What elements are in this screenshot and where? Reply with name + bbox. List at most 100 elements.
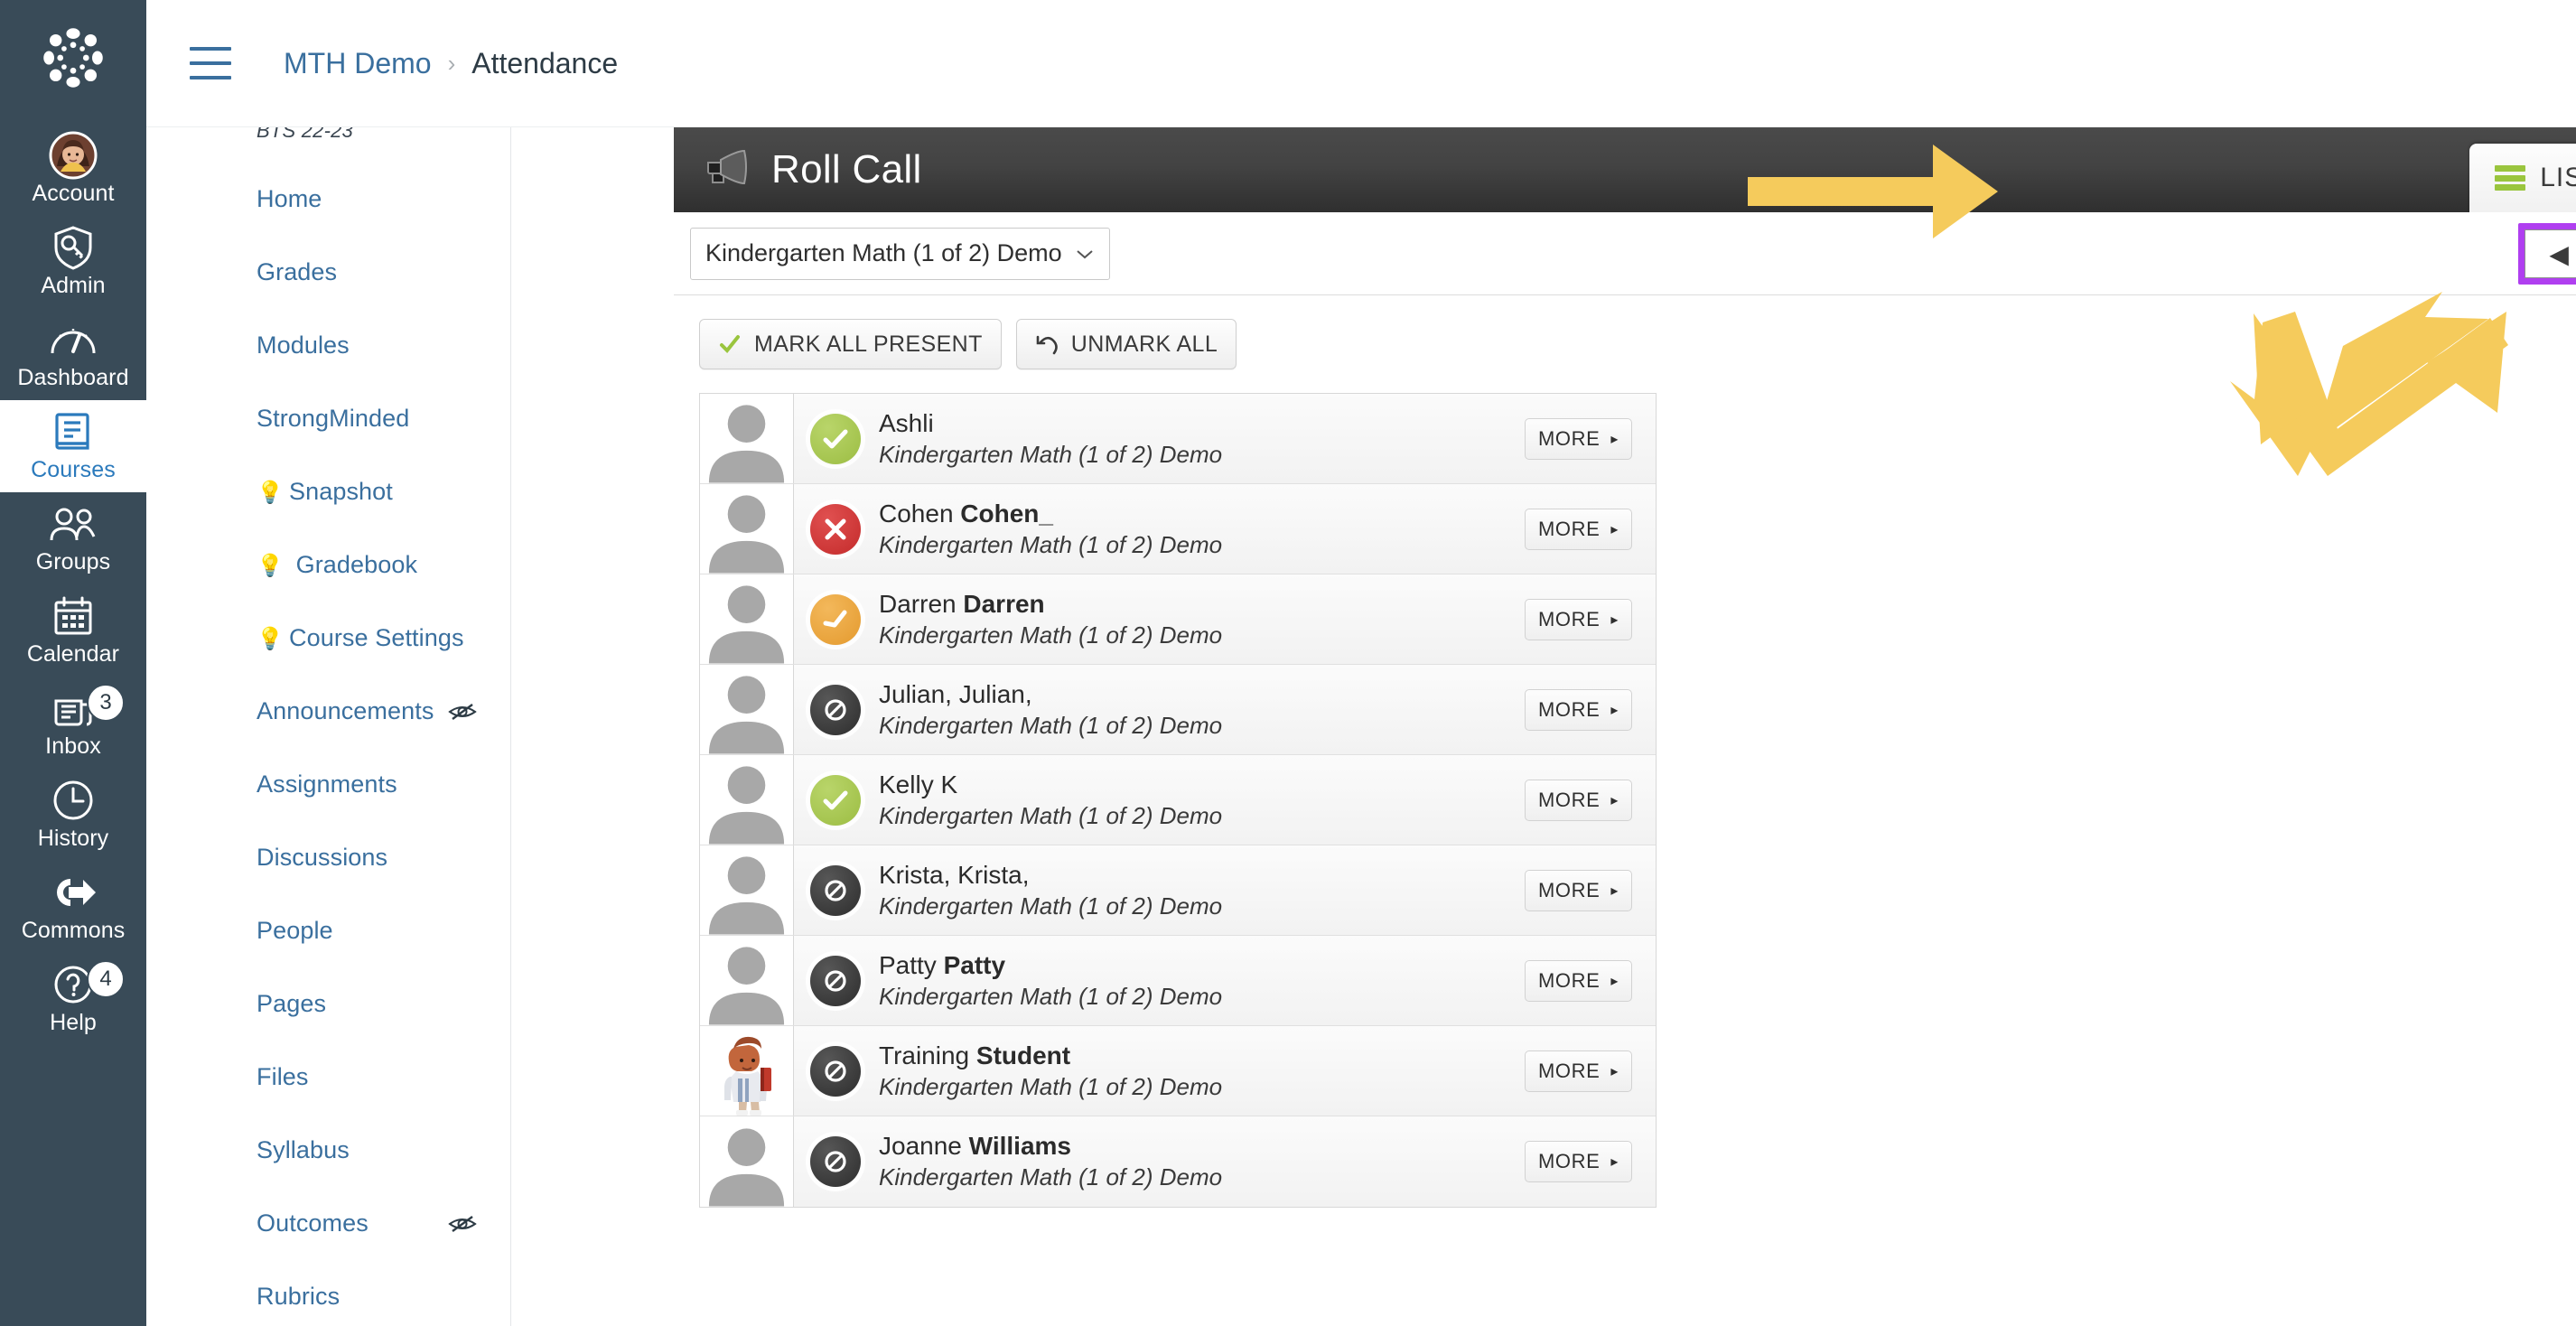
global-nav-label: Calendar [0, 641, 146, 667]
people-icon [0, 500, 146, 547]
gauge-icon [0, 316, 146, 363]
more-button[interactable]: MORE▸ [1525, 780, 1632, 821]
avatar [700, 755, 794, 845]
commons-arrow-icon [0, 869, 146, 916]
avatar [700, 1116, 794, 1207]
unmark-all-button[interactable]: UNMARK ALL [1016, 319, 1237, 369]
breadcrumb-course-link[interactable]: MTH Demo [284, 47, 432, 80]
course-nav-item-syllabus[interactable]: Syllabus [146, 1114, 510, 1187]
attendance-status-toggle[interactable] [810, 1046, 861, 1097]
global-nav-item-courses[interactable]: Courses [0, 400, 146, 492]
global-nav-item-groups[interactable]: Groups [0, 492, 146, 584]
course-nav-item-snapshot[interactable]: 💡Snapshot [146, 455, 510, 528]
view-mode-tabs: LIST CLASS [2469, 127, 2576, 212]
more-button[interactable]: MORE▸ [1525, 870, 1632, 911]
more-label: MORE [1538, 789, 1600, 812]
global-nav-item-inbox[interactable]: Inbox 3 [0, 677, 146, 769]
mark-all-present-button[interactable]: MARK ALL PRESENT [699, 319, 1002, 369]
course-nav-item-course-settings[interactable]: 💡Course Settings [146, 602, 510, 675]
student-name: Cohen Cohen_ [879, 499, 1222, 529]
global-nav-item-account[interactable]: Account [0, 124, 146, 216]
more-button[interactable]: MORE▸ [1525, 509, 1632, 550]
global-navigation: Account Admin Dashboard [0, 0, 146, 1326]
attendance-status-toggle[interactable] [810, 1136, 861, 1187]
more-label: MORE [1538, 1060, 1600, 1083]
attendance-status-toggle[interactable] [810, 594, 861, 645]
chevron-right-icon: ▸ [1610, 1153, 1619, 1171]
global-nav-item-history[interactable]: History [0, 769, 146, 861]
more-label: MORE [1538, 879, 1600, 902]
student-attendance-list: Ashli Kindergarten Math (1 of 2) Demo MORE… [699, 393, 1657, 1208]
attendance-status-toggle[interactable] [810, 865, 861, 916]
roll-call-toolbar: Kindergarten Math (1 of 2) Demo ◀ MON AP… [674, 212, 2576, 295]
prev-day-button[interactable]: ◀ [2538, 239, 2576, 269]
global-nav-item-calendar[interactable]: Calendar [0, 584, 146, 677]
course-nav-item-pages[interactable]: Pages [146, 967, 510, 1041]
tab-list[interactable]: LIST [2469, 144, 2576, 212]
table-row: Krista, Krista,Kindergarten Math (1 of 2… [700, 845, 1656, 936]
course-nav-item-outcomes[interactable]: Outcomes [146, 1187, 510, 1260]
course-navigation: BTS 22-23 Home Grades Modules StrongMind… [146, 0, 511, 1326]
course-nav-item-home[interactable]: Home [146, 163, 510, 236]
avatar [700, 1026, 794, 1116]
course-nav-label: Outcomes [257, 1209, 369, 1237]
course-nav-item-strongminded[interactable]: StrongMinded [146, 382, 510, 455]
more-button[interactable]: MORE▸ [1525, 599, 1632, 640]
chevron-right-icon: ▸ [1610, 972, 1619, 990]
global-nav-label: Groups [0, 549, 146, 574]
course-section-select[interactable]: Kindergarten Math (1 of 2) Demo [690, 228, 1110, 280]
course-nav-item-modules[interactable]: Modules [146, 309, 510, 382]
calendar-icon [0, 593, 146, 640]
menu-toggle-button[interactable] [190, 47, 231, 79]
course-nav-item-people[interactable]: People [146, 894, 510, 967]
more-button[interactable]: MORE▸ [1525, 689, 1632, 731]
more-button[interactable]: MORE▸ [1525, 1051, 1632, 1092]
help-badge: 4 [87, 960, 125, 998]
global-nav-item-dashboard[interactable]: Dashboard [0, 308, 146, 400]
canvas-logo[interactable] [35, 20, 111, 100]
attendance-status-toggle[interactable] [810, 685, 861, 735]
mark-all-present-label: MARK ALL PRESENT [754, 332, 983, 358]
chevron-right-icon: ▸ [1610, 701, 1619, 719]
global-nav-item-help[interactable]: Help 4 [0, 953, 146, 1045]
attendance-status-toggle[interactable] [810, 775, 861, 826]
more-button[interactable]: MORE▸ [1525, 418, 1632, 460]
list-icon [2495, 165, 2525, 191]
course-nav-label: Rubrics [257, 1283, 340, 1311]
global-nav-item-admin[interactable]: Admin [0, 216, 146, 308]
student-course: Kindergarten Math (1 of 2) Demo [879, 710, 1222, 741]
lightbulb-icon: 💡 [257, 627, 284, 651]
course-nav-item-discussions[interactable]: Discussions [146, 821, 510, 894]
more-label: MORE [1538, 427, 1600, 451]
attendance-status-toggle[interactable] [810, 504, 861, 555]
course-nav-item-assignments[interactable]: Assignments [146, 748, 510, 821]
student-course: Kindergarten Math (1 of 2) Demo [879, 1162, 1222, 1192]
course-nav-item-rubrics[interactable]: Rubrics [146, 1260, 510, 1326]
global-nav-label: Admin [0, 273, 146, 298]
global-nav-item-commons[interactable]: Commons [0, 861, 146, 953]
more-button[interactable]: MORE ▸ [1525, 1141, 1632, 1182]
course-nav-item-gradebook[interactable]: 💡 Gradebook [146, 528, 510, 602]
avatar-icon [0, 132, 146, 179]
student-name: Ashli [879, 408, 1222, 439]
attendance-status-toggle[interactable] [810, 956, 861, 1006]
student-course: Kindergarten Math (1 of 2) Demo [879, 529, 1222, 560]
course-nav-item-announcements[interactable]: Announcements [146, 675, 510, 748]
table-row: Training StudentKindergarten Math (1 of … [700, 1026, 1656, 1116]
clock-icon [0, 777, 146, 824]
roll-call-title: Roll Call [771, 147, 922, 192]
more-label: MORE [1538, 1150, 1600, 1173]
more-button[interactable]: MORE▸ [1525, 960, 1632, 1002]
course-nav-item-grades[interactable]: Grades [146, 236, 510, 309]
course-nav-label: Pages [257, 990, 326, 1018]
check-icon [718, 332, 742, 356]
global-nav-label: Dashboard [0, 365, 146, 390]
course-nav-item-files[interactable]: Files [146, 1041, 510, 1114]
course-nav-label: Course Settings [289, 624, 464, 651]
attendance-status-toggle[interactable] [810, 414, 861, 464]
course-nav-label: Home [257, 185, 322, 213]
student-name: Training Student [879, 1041, 1222, 1071]
course-nav-label: Gradebook [296, 551, 418, 578]
breadcrumb-bar: MTH Demo › Attendance [146, 0, 2576, 127]
avatar [700, 936, 794, 1025]
